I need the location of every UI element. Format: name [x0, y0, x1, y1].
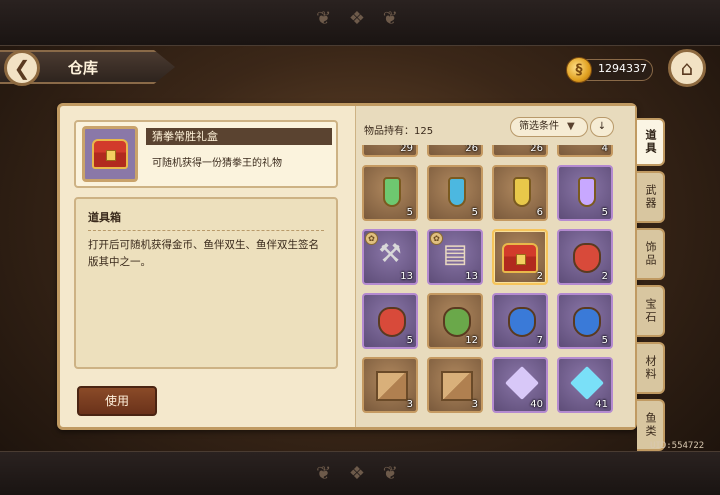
inventory-slot[interactable]: 3 [427, 357, 483, 413]
inventory-slot[interactable]: 2 [557, 229, 613, 285]
potion-icon [448, 177, 466, 207]
inventory-slot[interactable]: 40 [492, 357, 548, 413]
inventory-slot[interactable]: 5 [362, 165, 418, 221]
item-quantity: 12 [465, 335, 478, 346]
home-button[interactable]: ⌂ [668, 49, 706, 87]
item-quantity: 3 [406, 399, 413, 410]
item-quantity: 26 [465, 145, 478, 154]
item-quantity: 6 [536, 207, 543, 218]
item-quantity: 5 [406, 335, 413, 346]
inventory-slot[interactable]: ⚒ ✿ 13 [362, 229, 418, 285]
inventory-slot[interactable]: 41 [557, 357, 613, 413]
item-quantity: 13 [465, 271, 478, 282]
category-tabs: 道具 武器 饰品 宝石 材料 鱼类 [637, 118, 667, 456]
item-quantity: 3 [471, 399, 478, 410]
item-quantity: 2 [536, 271, 543, 282]
page-title: 仓库 [68, 59, 99, 77]
tab-4[interactable]: 材料 [637, 342, 665, 394]
inventory-slot[interactable]: 4 [557, 145, 613, 157]
inventory-row: 29 26 26 4 [362, 145, 628, 157]
badge-icon: ✿ [365, 232, 378, 245]
warehouse-panel: 猜拳常胜礼盒 可随机获得一份猜拳王的礼物 道具箱 打开后可随机获得金币、鱼伴双生… [57, 103, 637, 430]
item-detail-card: 猜拳常胜礼盒 可随机获得一份猜拳王的礼物 [74, 120, 338, 188]
crate-icon [376, 371, 408, 401]
gold-amount: 1294337 [598, 62, 647, 75]
inventory-row: ⚒ ✿ 13 ▤ ✿ 13 2 2 [362, 229, 628, 285]
inventory-grid[interactable]: 29 26 26 4 5 5 6 5 ⚒ ✿ 13 ▤ ✿ 13 2 2 5 12 7 5 3 3 40 41 [362, 145, 628, 424]
inventory-slot[interactable]: 5 [557, 165, 613, 221]
gold-coin-icon: § [566, 57, 592, 83]
potion-icon [578, 177, 596, 207]
inventory-slot[interactable]: 2 [492, 229, 548, 285]
back-button[interactable]: ❮ [4, 50, 40, 86]
item-quantity: 29 [400, 145, 413, 154]
bottom-ornament-icon: ❦ ❖ ❦ [316, 463, 404, 484]
inventory-slot[interactable]: 3 [362, 357, 418, 413]
item-quantity: 5 [471, 207, 478, 218]
tab-0[interactable]: 道具 [637, 118, 665, 166]
divider [88, 230, 324, 231]
pouch-icon [573, 307, 601, 337]
top-ornament-icon: ❦ ❖ ❦ [316, 8, 404, 29]
gift-chest-icon [92, 139, 128, 169]
item-description: 打开后可随机获得金币、鱼伴双生、鱼伴双生签名版其中之一。 [88, 239, 319, 268]
funnel-icon: ▼ [567, 121, 575, 132]
tab-1[interactable]: 武器 [637, 171, 665, 223]
inventory-slot[interactable]: 12 [427, 293, 483, 349]
item-count: 物品持有：125 [364, 126, 434, 137]
tab-3[interactable]: 宝石 [637, 285, 665, 337]
inventory-slot[interactable]: 26 [492, 145, 548, 157]
item-short-desc: 可随机获得一份猜拳王的礼物 [152, 158, 282, 169]
inventory-slot[interactable]: 5 [427, 165, 483, 221]
home-icon: ⌂ [680, 56, 694, 80]
potion-icon [383, 177, 401, 207]
item-quantity: 2 [601, 271, 608, 282]
inventory-slot[interactable]: ▤ ✿ 13 [427, 229, 483, 285]
item-quantity: 4 [601, 145, 608, 154]
inventory-slot[interactable]: 26 [427, 145, 483, 157]
inventory-row: 3 3 40 41 [362, 357, 628, 413]
badge-icon: ✿ [430, 232, 443, 245]
item-quantity: 7 [536, 335, 543, 346]
item-name: 猜拳常胜礼盒 [146, 128, 332, 145]
heart-crystal-icon [505, 366, 539, 400]
uid-label: UID:554722 [650, 441, 705, 451]
pouch-icon [443, 307, 471, 337]
inventory-slot[interactable]: 6 [492, 165, 548, 221]
filter-label: 筛选条件 [519, 121, 559, 132]
inventory-slot[interactable]: 5 [362, 293, 418, 349]
pouch-icon [573, 243, 601, 273]
item-icon-frame [82, 126, 138, 182]
heart-crystal-icon [570, 366, 604, 400]
gift-chest-icon [494, 239, 546, 273]
item-quantity: 41 [595, 399, 608, 410]
sort-arrow-icon: ↓ [597, 121, 607, 132]
inventory-slot[interactable]: 7 [492, 293, 548, 349]
inventory-row: 5 12 7 5 [362, 293, 628, 349]
inventory-row: 5 5 6 5 [362, 165, 628, 221]
item-type-title: 道具箱 [88, 211, 121, 224]
inventory-slot[interactable]: 29 [362, 145, 418, 157]
item-quantity: 26 [530, 145, 543, 154]
pouch-icon [378, 307, 406, 337]
pouch-icon [508, 307, 536, 337]
potion-icon [513, 177, 531, 207]
back-arrow-icon: ❮ [13, 56, 31, 80]
item-quantity: 5 [601, 335, 608, 346]
filter-button[interactable]: 筛选条件 ▼ [510, 117, 588, 137]
item-description-box: 道具箱 打开后可随机获得金币、鱼伴双生、鱼伴双生签名版其中之一。 [74, 197, 338, 369]
item-quantity: 13 [400, 271, 413, 282]
inventory-slot[interactable]: 5 [557, 293, 613, 349]
crate-icon [441, 371, 473, 401]
item-quantity: 40 [530, 399, 543, 410]
use-button[interactable]: 使用 [77, 386, 157, 416]
item-quantity: 5 [406, 207, 413, 218]
tab-2[interactable]: 饰品 [637, 228, 665, 280]
inventory-area: 物品持有：125 筛选条件 ▼ ↓ 29 26 26 4 5 5 6 5 ⚒ ✿ 13 ▤ ✿ 13 2 2 5… [355, 106, 635, 427]
item-quantity: 5 [601, 207, 608, 218]
sort-button[interactable]: ↓ [590, 117, 614, 137]
